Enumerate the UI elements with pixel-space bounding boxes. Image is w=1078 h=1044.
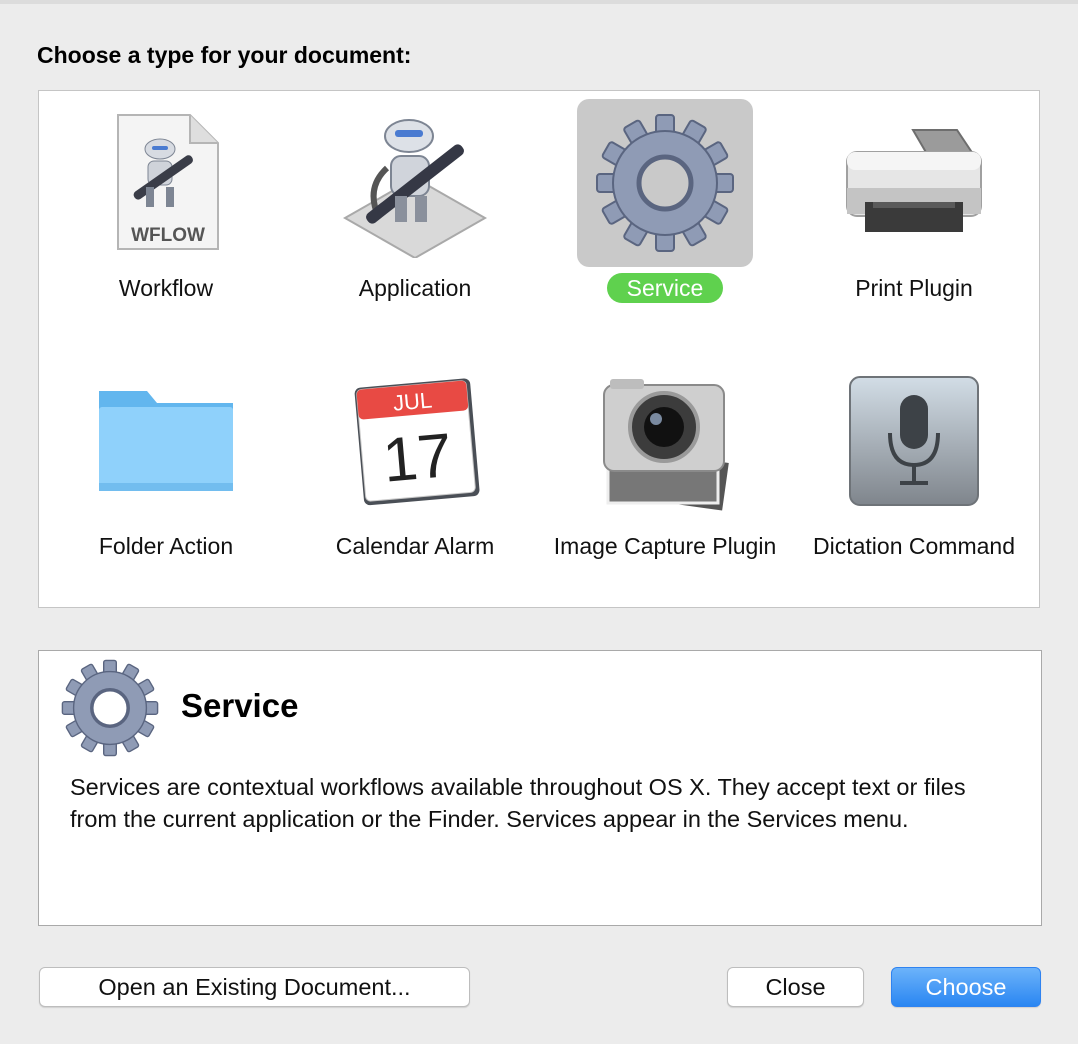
printer-icon xyxy=(826,99,1002,267)
close-button[interactable]: Close xyxy=(727,967,864,1007)
type-label: Service xyxy=(540,273,790,303)
choose-button[interactable]: Choose xyxy=(891,967,1041,1007)
description-text: Services are contextual workflows availa… xyxy=(70,774,966,832)
type-label: Workflow xyxy=(118,275,214,301)
type-tile-print-plugin[interactable]: Print Plugin xyxy=(789,93,1039,343)
window-top-edge xyxy=(0,0,1078,4)
description-title: Service xyxy=(181,687,299,724)
camera-icon xyxy=(577,357,753,525)
type-tile-dictation-command[interactable]: Dictation Command xyxy=(789,351,1039,601)
gear-icon xyxy=(577,99,753,267)
type-tile-workflow[interactable]: WFLOW Workflow xyxy=(41,93,291,343)
type-tile-image-capture-plugin[interactable]: Image Capture Plugin xyxy=(540,351,790,601)
calendar-month: JUL xyxy=(392,387,433,415)
gear-icon xyxy=(61,659,159,757)
type-tile-calendar-alarm[interactable]: JUL 17 Calendar Alarm xyxy=(290,351,540,601)
type-label: Calendar Alarm xyxy=(335,533,495,559)
open-existing-document-button[interactable]: Open an Existing Document... xyxy=(39,967,470,1007)
type-label: Application xyxy=(358,275,472,301)
type-tile-application[interactable]: Application xyxy=(290,93,540,343)
type-label: Dictation Command xyxy=(813,533,1015,559)
workflow-badge: WFLOW xyxy=(131,225,205,246)
type-label: Image Capture Plugin xyxy=(553,533,777,559)
folder-icon xyxy=(78,357,254,525)
dialog-heading: Choose a type for your document: xyxy=(37,42,412,68)
type-description-panel: Service Services are contextual workflow… xyxy=(38,650,1042,926)
type-tile-service[interactable]: Service xyxy=(540,93,790,343)
calendar-day: 17 xyxy=(380,421,455,496)
automator-robot-icon xyxy=(327,99,503,267)
type-label: Print Plugin xyxy=(855,275,973,301)
workflow-document-icon: WFLOW xyxy=(78,99,254,267)
type-label: Folder Action xyxy=(98,533,234,559)
type-tile-folder-action[interactable]: Folder Action xyxy=(41,351,291,601)
calendar-icon: JUL 17 xyxy=(327,357,503,525)
microphone-icon xyxy=(826,357,1002,525)
document-type-grid: WFLOW Workflow Application Service Print… xyxy=(38,90,1040,608)
